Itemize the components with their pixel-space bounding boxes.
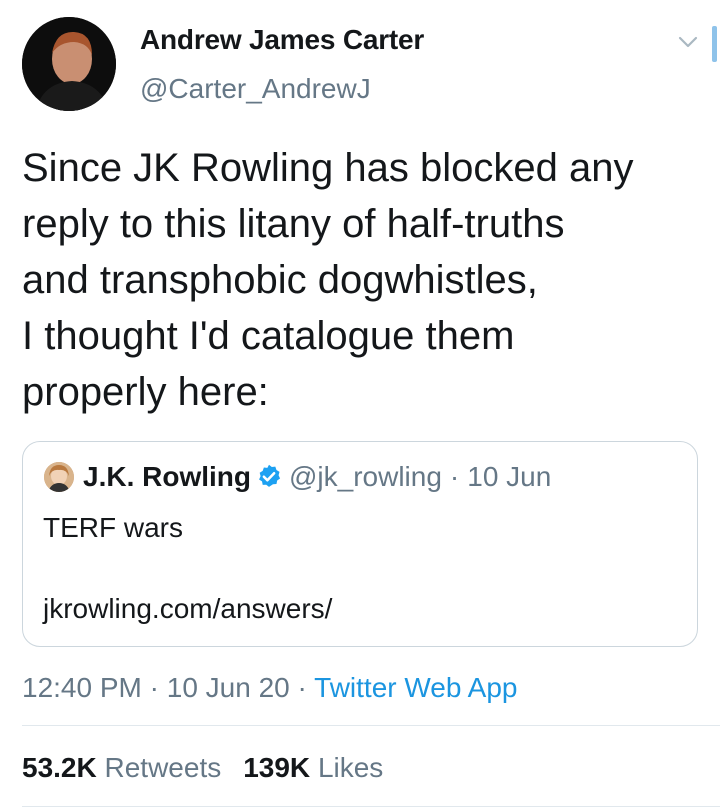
quoted-author-name: J.K. Rowling [83,461,251,492]
tweet-date[interactable]: 10 Jun 20 [167,672,290,703]
tweet-text-line: Since JK Rowling has blocked any [22,146,634,190]
tweet-time[interactable]: 12:40 PM [22,672,142,703]
tweet-text-line: reply to this litany of half-truths [22,202,565,246]
retweets-label: Retweets [104,752,222,783]
tweet-text-line: and transphobic dogwhistles, [22,258,538,302]
separator-dot: · [449,461,460,492]
retweets-count: 53.2K [22,752,97,783]
author-avatar[interactable] [22,17,116,111]
tweet-stats: 53.2K Retweets 139K Likes [22,752,405,784]
author-handle[interactable]: @Carter_AndrewJ [140,73,371,105]
quoted-tweet-header: J.K. Rowling @jk_rowling · 10 Jun [83,459,551,495]
divider [22,806,720,807]
quoted-tweet-date: 10 Jun [467,461,552,492]
retweets-stat[interactable]: 53.2K Retweets [22,752,221,783]
quoted-tweet-text: TERF wars [43,512,183,543]
author-avatar-image [22,17,116,111]
quoted-avatar-image [44,462,74,492]
separator-dot: · [149,672,159,703]
likes-label: Likes [317,752,384,783]
tweet-source-link[interactable]: Twitter Web App [314,672,517,703]
divider [22,725,720,726]
verified-badge-icon [255,463,283,491]
tweet-text-line: I thought I'd catalogue them [22,314,515,358]
tweet-text-line: properly here: [22,370,269,414]
quoted-tweet-link: jkrowling.com/answers/ [43,593,333,624]
quoted-author-handle: @jk_rowling [289,461,442,492]
quoted-tweet-card[interactable]: J.K. Rowling @jk_rowling · 10 Jun TERF wars… [22,441,698,647]
likes-count: 139K [243,752,311,783]
chevron-down-icon[interactable] [676,30,700,54]
likes-stat[interactable]: 139K Likes [243,752,383,783]
separator-dot: · [297,672,307,703]
author-display-name[interactable]: Andrew James Carter [140,24,424,56]
quoted-author-avatar [44,462,74,492]
tweet-meta: 12:40 PM · 10 Jun 20 · Twitter Web App [22,672,518,704]
tweet-text: Since JK Rowling has blocked any reply t… [22,140,712,420]
scroll-indicator [712,26,717,62]
